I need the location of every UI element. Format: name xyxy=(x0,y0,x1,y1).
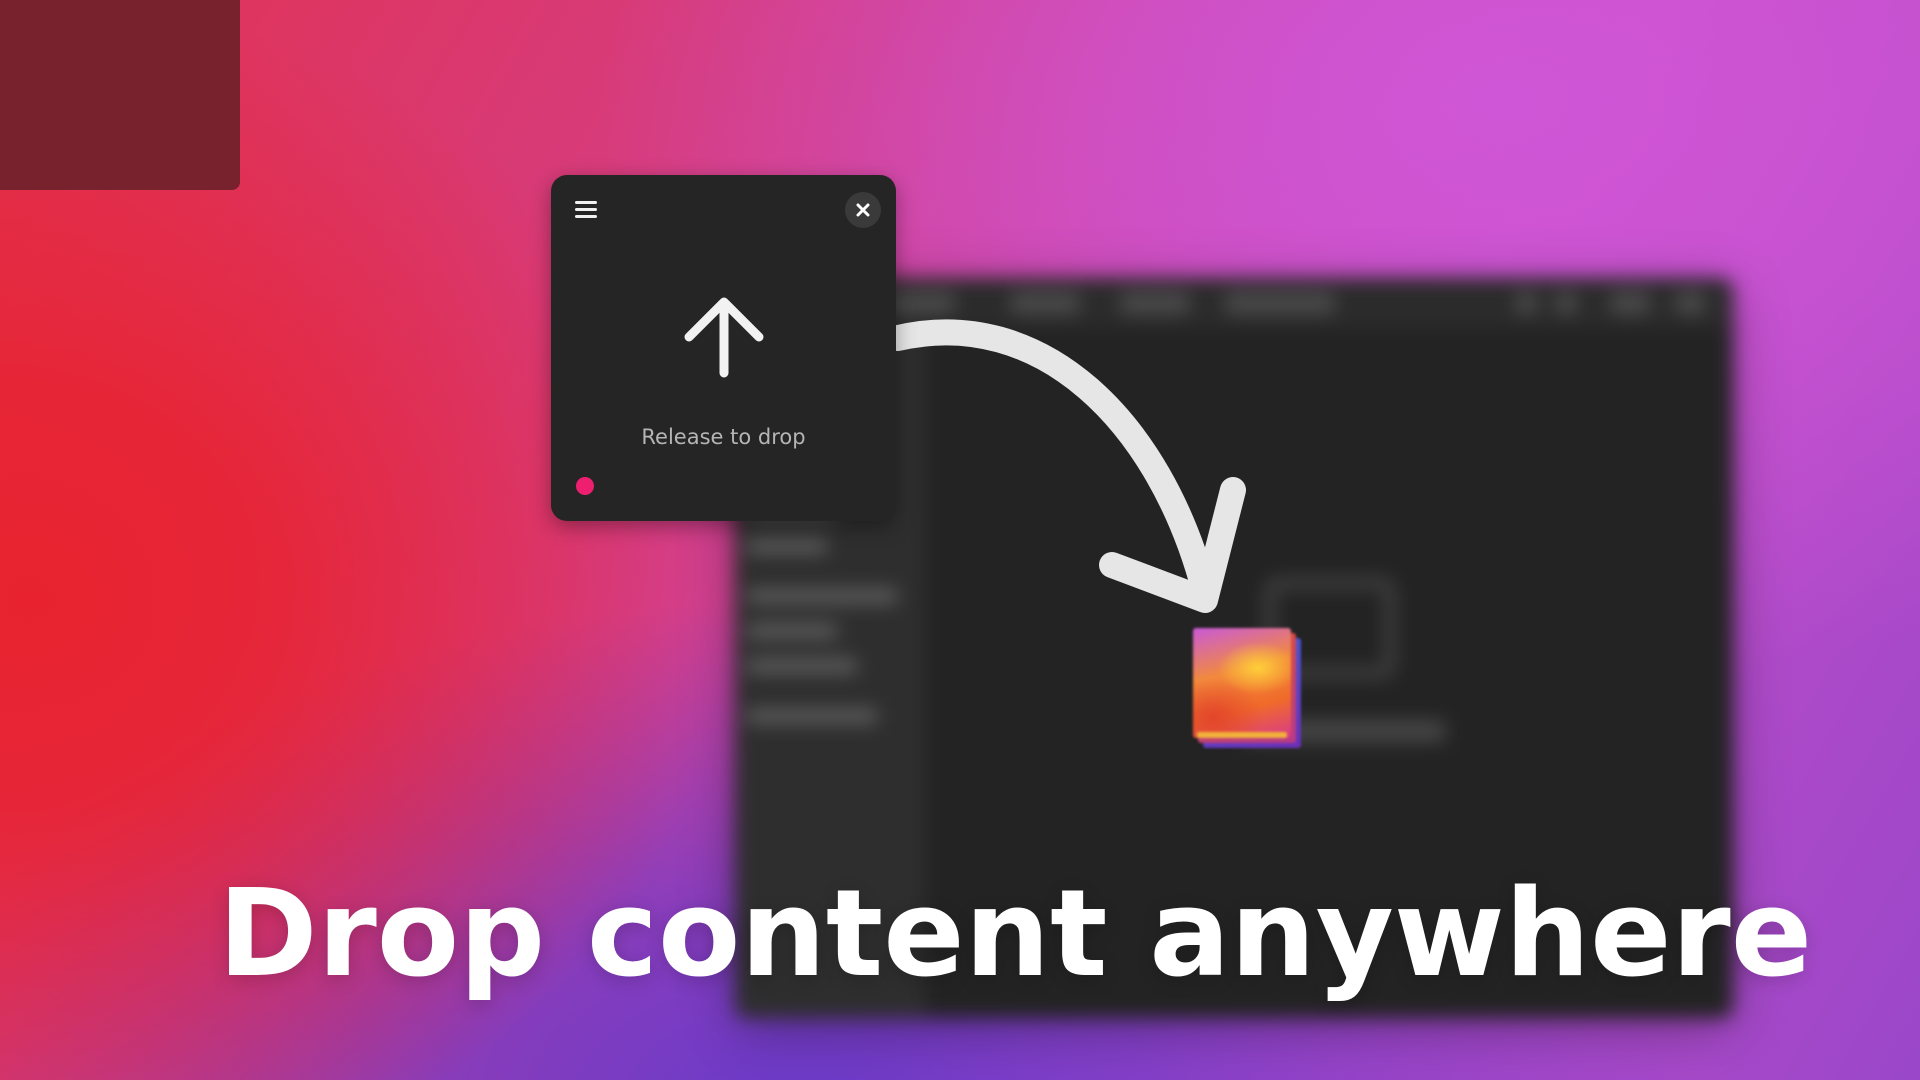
status-dot xyxy=(576,477,594,495)
desktop-background: Release to drop Drop content anywhere xyxy=(0,0,1920,1080)
drop-widget[interactable]: Release to drop xyxy=(551,175,896,521)
hamburger-menu-icon[interactable] xyxy=(571,197,601,223)
drop-status-text: Release to drop xyxy=(641,425,806,449)
close-icon xyxy=(856,203,870,217)
blurred-window-corner xyxy=(0,0,240,190)
close-button[interactable] xyxy=(845,192,881,228)
arrow-up-icon xyxy=(684,297,764,378)
image-file-stack-icon[interactable] xyxy=(1193,628,1301,750)
promo-caption: Drop content anywhere xyxy=(218,865,1813,1004)
